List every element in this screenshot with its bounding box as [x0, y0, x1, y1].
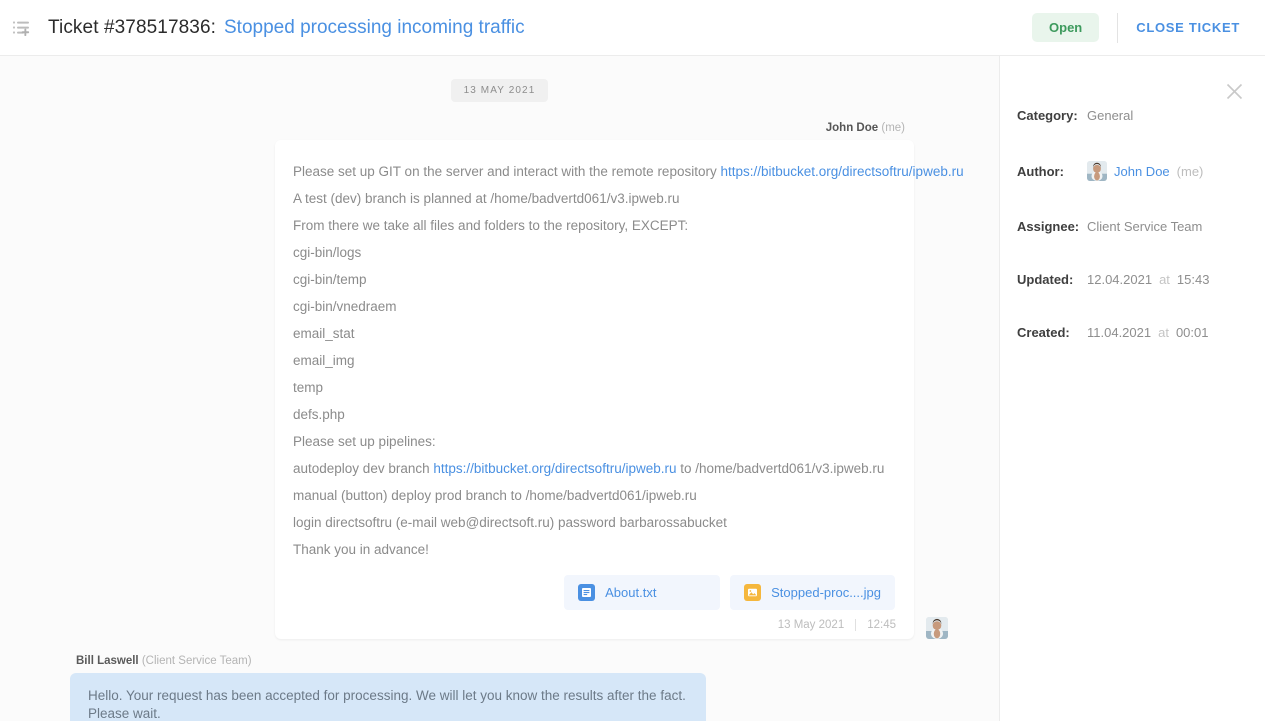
ticket-page: Ticket #378517836: Stopped processing in…	[0, 0, 1265, 721]
message-line: manual (button) deploy prod branch to /h…	[293, 488, 697, 503]
repository-link[interactable]: https://bitbucket.org/directsoftru/ipweb…	[433, 461, 676, 476]
info-row-created: Created: 11.04.2021 at 00:01	[1017, 325, 1265, 340]
info-label: Updated:	[1017, 272, 1074, 287]
message-line: email_img	[293, 353, 355, 368]
info-row-updated: Updated: 12.04.2021 at 15:43	[1017, 272, 1265, 287]
date-separator-label: 13 MAY 2021	[450, 79, 549, 102]
conversation-thread: 13 MAY 2021 John Doe (me) Please set up …	[0, 56, 1000, 721]
message-author: Bill Laswell (Client Service Team)	[38, 655, 999, 667]
category-value: General	[1087, 108, 1134, 123]
message-bubble-row: Please set up GIT on the server and inte…	[0, 140, 964, 639]
message-bubble-row: BL Hello. Your request has been accepted…	[38, 673, 999, 721]
assignee-value: Client Service Team	[1087, 219, 1203, 234]
close-icon[interactable]	[1221, 78, 1247, 104]
message-line: cgi-bin/temp	[293, 272, 367, 287]
info-value: 12.04.2021 at 15:43	[1087, 272, 1209, 287]
header-divider	[1117, 12, 1119, 43]
info-value: John Doe (me)	[1087, 161, 1203, 181]
created-time: 00:01	[1175, 325, 1209, 340]
message-line: Please set up pipelines:	[293, 434, 436, 449]
info-label: Created:	[1017, 325, 1070, 340]
message-author-suffix: (Client Service Team)	[141, 655, 252, 667]
message-line: autodeploy dev branch https://bitbucket.…	[293, 455, 896, 482]
footer-divider	[855, 619, 857, 631]
list-add-icon[interactable]	[4, 19, 38, 37]
info-row-assignee: Assignee: Client Service Team	[1017, 219, 1265, 234]
avatar	[926, 617, 948, 639]
ticket-subject-link[interactable]: Stopped processing incoming traffic	[224, 17, 525, 39]
message-author-suffix: (me)	[881, 122, 905, 134]
info-value: Client Service Team	[1087, 219, 1202, 234]
info-label: Author:	[1017, 163, 1064, 179]
page-header: Ticket #378517836: Stopped processing in…	[0, 0, 1265, 56]
page-title: Ticket #378517836:	[48, 16, 216, 38]
message-line: Please set up GIT on the server and inte…	[293, 158, 964, 185]
date-separator: 13 MAY 2021	[0, 56, 999, 102]
status-badge[interactable]: Open	[1032, 13, 1100, 42]
info-row-author: Author: John Doe (me)	[1017, 161, 1265, 181]
message-date: 13 May 2021	[777, 619, 845, 631]
message-line: email_stat	[293, 326, 355, 341]
message-line: Thank you in advance!	[293, 542, 429, 557]
message-incoming: Bill Laswell (Client Service Team) BL He…	[0, 655, 999, 721]
author-link[interactable]: John Doe	[1114, 164, 1170, 179]
line-text: Please set up GIT on the server and inte…	[293, 164, 721, 179]
message-line: cgi-bin/logs	[293, 245, 362, 260]
at-word: at	[1159, 272, 1170, 287]
line-text-tail: to /home/badvertd061/v3.ipweb.ru	[676, 461, 885, 476]
message-author: John Doe (me)	[0, 122, 929, 134]
message-line: A test (dev) branch is planned at /home/…	[293, 191, 680, 206]
attachment-name: About.txt	[605, 585, 657, 600]
attachment-item[interactable]: Stopped-proc....jpg	[730, 575, 895, 610]
line-text: autodeploy dev branch	[293, 461, 434, 476]
info-label: Assignee:	[1017, 219, 1080, 234]
created-date: 11.04.2021	[1087, 325, 1152, 340]
image-icon	[744, 584, 762, 601]
close-ticket-button[interactable]: CLOSE TICKET	[1136, 20, 1240, 35]
updated-time: 15:43	[1176, 272, 1210, 287]
message-text: Hello. Your request has been accepted fo…	[88, 688, 686, 721]
message-outgoing: John Doe (me) Please set up GIT on the s…	[0, 122, 999, 639]
info-value: General	[1087, 108, 1133, 123]
message-line: login directsoftru (e-mail web@directsof…	[293, 515, 727, 530]
attachment-list: About.txt Stopped-proc....jpg	[293, 575, 896, 610]
document-icon	[578, 584, 596, 601]
message-author-name: Bill Laswell	[76, 655, 139, 667]
attachment-name: Stopped-proc....jpg	[771, 585, 881, 600]
message-bubble: Please set up GIT on the server and inte…	[275, 140, 964, 639]
updated-date: 12.04.2021	[1087, 272, 1153, 287]
message-bubble: Hello. Your request has been accepted fo…	[70, 673, 706, 721]
info-row-category: Category: General	[1017, 108, 1265, 123]
info-value: 11.04.2021 at 00:01	[1087, 325, 1209, 340]
repository-link[interactable]: https://bitbucket.org/directsoftru/ipweb…	[720, 164, 963, 179]
avatar	[1087, 161, 1107, 181]
message-footer: 13 May 2021 12:45	[293, 619, 896, 631]
message-time: 12:45	[867, 619, 896, 631]
message-line: From there we take all files and folders…	[293, 218, 689, 233]
message-author-name: John Doe	[825, 122, 879, 134]
author-suffix: (me)	[1176, 163, 1204, 179]
at-word: at	[1158, 325, 1169, 340]
ticket-info-panel: Category: General Author: John Doe (me) …	[1000, 56, 1265, 721]
attachment-item[interactable]: About.txt	[564, 575, 721, 610]
message-line: cgi-bin/vnedraem	[293, 299, 397, 314]
message-line: temp	[293, 380, 324, 395]
info-label: Category:	[1017, 108, 1078, 123]
message-line: defs.php	[293, 407, 345, 422]
page-body: 13 MAY 2021 John Doe (me) Please set up …	[0, 56, 1265, 721]
